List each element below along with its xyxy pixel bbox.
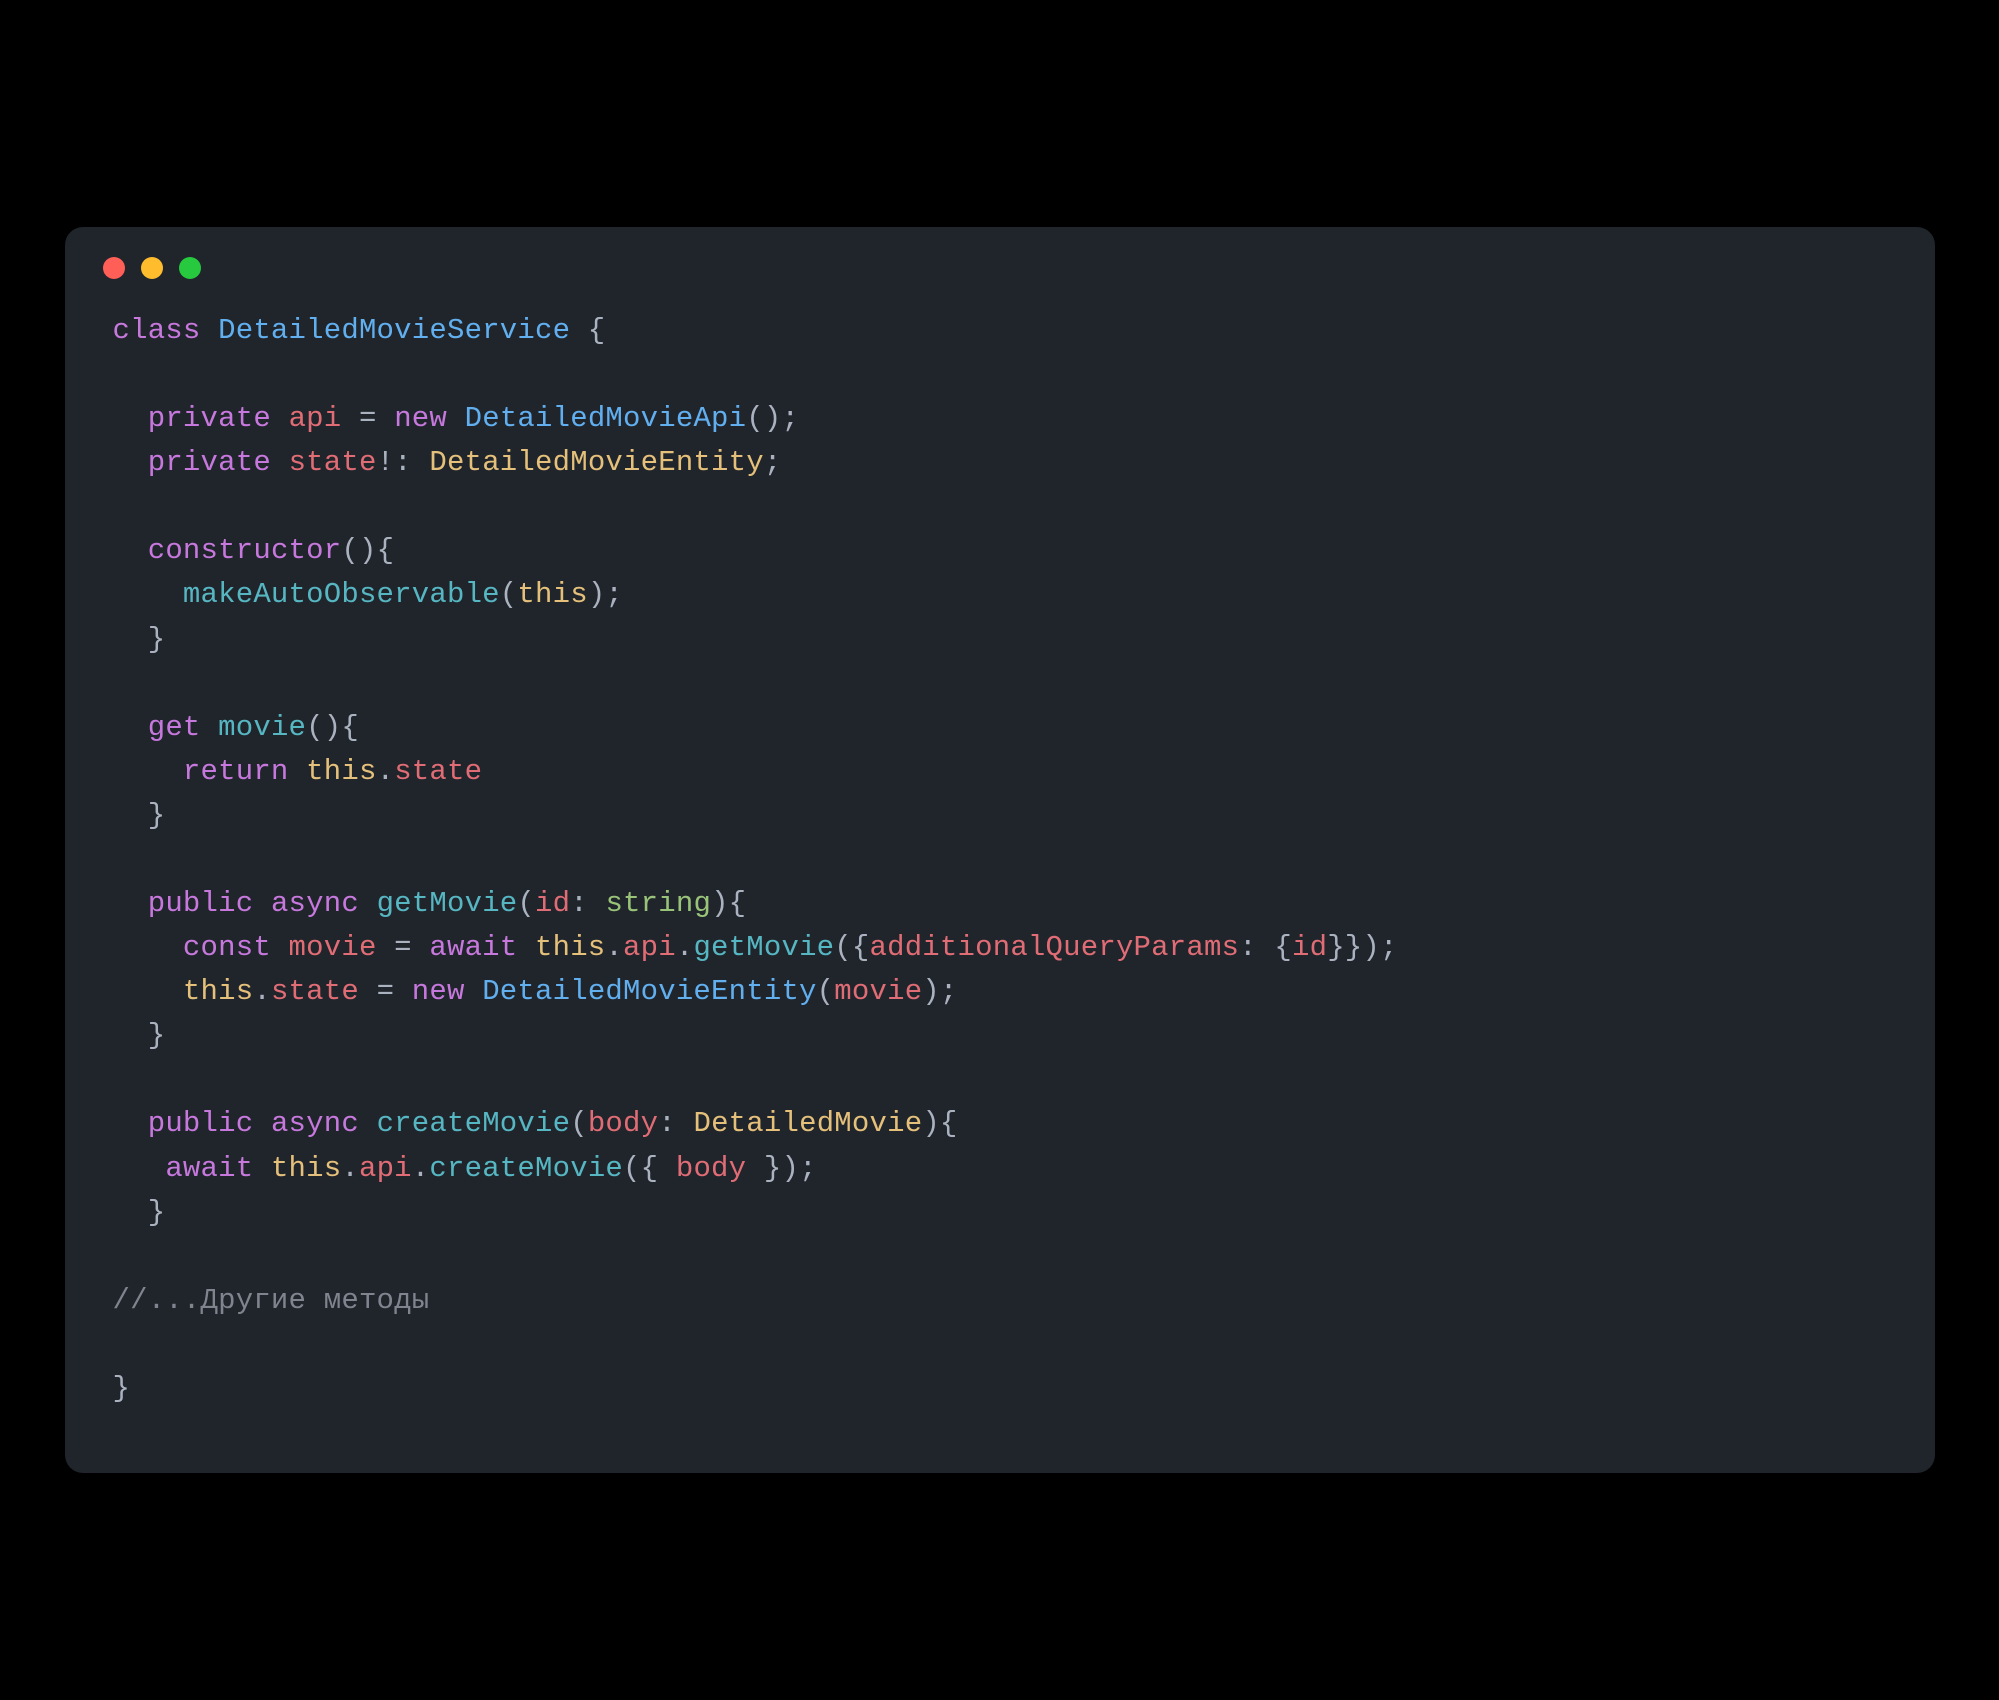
close-icon[interactable] (103, 257, 125, 279)
args-end: }); (746, 1152, 816, 1185)
param-body: body (588, 1107, 658, 1140)
prop-state: state (271, 975, 359, 1008)
keyword-new: new (412, 975, 465, 1008)
colon: : (570, 887, 605, 920)
shorthand-body: body (676, 1152, 746, 1185)
code-window: class DetailedMovieService { private api… (65, 227, 1935, 1473)
type-string: string (605, 887, 711, 920)
key-additionalQueryParams: additionalQueryParams (870, 931, 1240, 964)
param-id: id (535, 887, 570, 920)
paren-open: ( (500, 578, 518, 611)
call-end: ); (922, 975, 957, 1008)
keyword-await: await (429, 931, 517, 964)
keyword-get: get (148, 711, 201, 744)
var-movie: movie (289, 931, 377, 964)
call-end: (); (746, 402, 799, 435)
keyword-this: this (306, 755, 376, 788)
dot: . (377, 755, 395, 788)
field-state: state (289, 446, 377, 479)
equals: = (377, 931, 430, 964)
dot: . (341, 1152, 359, 1185)
args-end: }}); (1327, 931, 1397, 964)
keyword-new: new (394, 402, 447, 435)
sig-end: ){ (922, 1107, 957, 1140)
paren-open: ( (570, 1107, 588, 1140)
keyword-return: return (183, 755, 289, 788)
brace-open: { (570, 314, 605, 347)
code-block: class DetailedMovieService { private api… (65, 309, 1935, 1435)
dot: . (253, 975, 271, 1008)
fn-createMovie: createMovie (429, 1152, 623, 1185)
minimize-icon[interactable] (141, 257, 163, 279)
prop-api: api (359, 1152, 412, 1185)
getter-sig: (){ (306, 711, 359, 744)
call-end: ); (588, 578, 623, 611)
brace-close-class: } (113, 1372, 131, 1405)
keyword-const: const (183, 931, 271, 964)
colon-brace: : { (1239, 931, 1292, 964)
keyword-async: async (271, 887, 359, 920)
keyword-await: await (165, 1152, 253, 1185)
keyword-public: public (148, 887, 254, 920)
keyword-this: this (535, 931, 605, 964)
keyword-this: this (517, 578, 587, 611)
brace-close: } (148, 1196, 166, 1229)
shorthand-id: id (1292, 931, 1327, 964)
class-name: DetailedMovieService (218, 314, 570, 347)
args-open: ({ (834, 931, 869, 964)
paren-open: ( (817, 975, 835, 1008)
type-DetailedMovie: DetailedMovie (693, 1107, 922, 1140)
equals: = (341, 402, 394, 435)
keyword-private: private (148, 402, 271, 435)
keyword-constructor: constructor (148, 534, 342, 567)
prop-state: state (394, 755, 482, 788)
getter-movie: movie (218, 711, 306, 744)
fn-makeAutoObservable: makeAutoObservable (183, 578, 500, 611)
brace-close: } (148, 1019, 166, 1052)
bang-colon: !: (377, 446, 430, 479)
brace-close: } (148, 799, 166, 832)
keyword-this: this (271, 1152, 341, 1185)
window-titlebar (65, 227, 1935, 309)
keyword-async: async (271, 1107, 359, 1140)
keyword-class: class (113, 314, 201, 347)
comment-other-methods: //...Другие методы (113, 1284, 430, 1317)
method-getMovie: getMovie (377, 887, 518, 920)
args-open: ({ (623, 1152, 676, 1185)
keyword-this: this (183, 975, 253, 1008)
arg-movie: movie (834, 975, 922, 1008)
method-createMovie: createMovie (377, 1107, 571, 1140)
type-DetailedMovieEntity: DetailedMovieEntity (429, 446, 763, 479)
fn-getMovie: getMovie (693, 931, 834, 964)
page-background: class DetailedMovieService { private api… (0, 0, 1999, 1700)
ctor-DetailedMovieApi: DetailedMovieApi (465, 402, 747, 435)
field-api: api (289, 402, 342, 435)
semicolon: ; (764, 446, 782, 479)
sig-end: ){ (711, 887, 746, 920)
keyword-private: private (148, 446, 271, 479)
dot: . (676, 931, 694, 964)
paren-open: ( (517, 887, 535, 920)
ctor-DetailedMovieEntity: DetailedMovieEntity (482, 975, 816, 1008)
equals: = (359, 975, 412, 1008)
colon: : (658, 1107, 693, 1140)
dot: . (605, 931, 623, 964)
zoom-icon[interactable] (179, 257, 201, 279)
prop-api: api (623, 931, 676, 964)
keyword-public: public (148, 1107, 254, 1140)
dot: . (412, 1152, 430, 1185)
ctor-sig: (){ (341, 534, 394, 567)
brace-close: } (148, 623, 166, 656)
